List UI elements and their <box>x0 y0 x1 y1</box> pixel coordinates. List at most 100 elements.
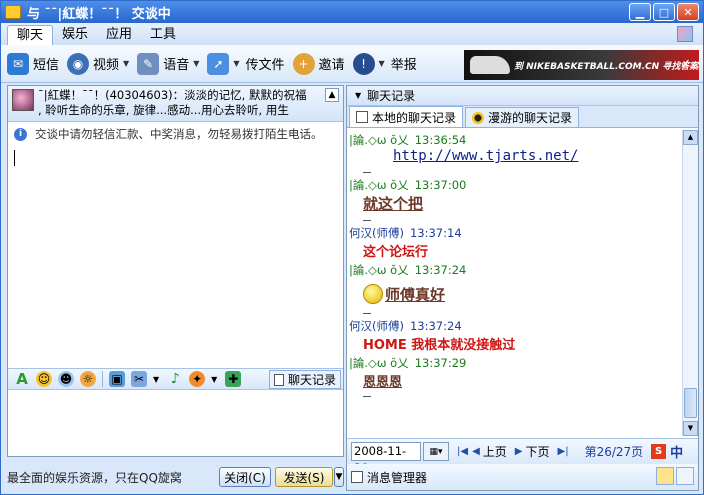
history-panel: ▼ 聊天记录 本地的聊天记录 漫游的聊天记录 |論.◇ω ŏ乂 13:36:54 … <box>346 85 699 491</box>
page-indicator: 第26/27页 <box>584 445 644 459</box>
file-dropdown-icon[interactable]: ▼ <box>233 59 239 68</box>
next-page-button[interactable]: 下页 <box>525 443 549 460</box>
last-page-icon[interactable]: ▶| <box>558 446 569 457</box>
input-method-indicator[interactable]: 中 <box>670 442 683 461</box>
voice-button[interactable]: ✎ 语音 ▼ <box>137 52 199 75</box>
contact-signature-line2: , 聆听生命的乐章, 旋律...感动...用心去聆听, 用生 <box>38 103 289 117</box>
security-notice-text: 交谈中请勿轻信汇款、中奖消息，勿轻易拨打陌生电话。 <box>35 127 323 141</box>
music-icon[interactable]: ♪ <box>167 371 183 387</box>
scene-icon[interactable]: ✦ <box>189 371 206 387</box>
emoticon-icon[interactable]: ☺ <box>36 371 52 387</box>
calendar-icon[interactable]: ▦▾ <box>423 442 449 461</box>
tab-tools[interactable]: 工具 <box>141 25 185 45</box>
invite-user-icon: + <box>292 52 315 75</box>
swoosh-logo-icon: ✓ <box>680 57 691 72</box>
message-manager-button[interactable]: 消息管理器 <box>367 469 427 486</box>
report-button[interactable]: ! ▼ 举报 <box>352 52 417 75</box>
split-view-icon[interactable] <box>676 467 694 485</box>
bottom-ad-link[interactable]: 最全面的娱乐资源，只在QQ旋窝 <box>7 469 215 486</box>
report-dropdown-icon[interactable]: ▼ <box>379 59 385 68</box>
send-button[interactable]: 发送(S) <box>275 467 333 487</box>
ad-banner-text: 到 NIKEBASKETBALL.COM.CN 寻找答案 <box>514 61 699 72</box>
gift-icon[interactable]: ✚ <box>225 371 242 387</box>
message-sender: 何汉(师傅) <box>349 318 404 333</box>
nike-ad-banner[interactable]: 到 NIKEBASKETBALL.COM.CN 寻找答案 ✓ <box>464 50 699 80</box>
screenshot-icon[interactable]: ✂ <box>131 371 147 387</box>
tab-chat[interactable]: 聊天 <box>7 25 54 45</box>
skin-icon[interactable] <box>677 26 693 42</box>
video-button[interactable]: ◉ 视频 ▼ <box>67 52 129 75</box>
next-page-icon[interactable]: ▶ <box>515 446 523 457</box>
prev-page-button[interactable]: 上页 <box>483 443 507 460</box>
tab-local-history[interactable]: 本地的聊天记录 <box>349 106 464 127</box>
scroll-thumb[interactable] <box>684 388 697 418</box>
sogou-icon[interactable]: S <box>651 444 667 459</box>
send-image-icon[interactable]: ▣ <box>109 371 125 387</box>
video-dropdown-icon[interactable]: ▼ <box>123 59 129 68</box>
font-icon[interactable]: A <box>14 370 30 388</box>
tab-entertainment[interactable]: 娱乐 <box>53 25 97 45</box>
tab-apps[interactable]: 应用 <box>97 25 141 45</box>
magic-emoticon-icon[interactable]: ☻ <box>58 371 74 387</box>
text-cursor <box>14 150 15 166</box>
message-text: 师傅真好 <box>385 286 446 304</box>
history-doc-icon <box>273 373 284 386</box>
close-window-button[interactable]: ✕ <box>677 3 699 21</box>
voice-label: 语音 <box>163 58 190 73</box>
window-controls: ▁ □ ✕ <box>629 3 699 21</box>
history-header-label: 聊天记录 <box>367 89 416 103</box>
date-field[interactable]: 2008-11-30 <box>351 442 421 475</box>
message-body: 这个论坛行 <box>349 241 682 260</box>
format-divider <box>102 371 103 387</box>
history-scrollbar[interactable]: ▲ ▼ <box>682 130 698 436</box>
avatar[interactable] <box>12 89 34 111</box>
message-input[interactable] <box>8 390 343 456</box>
menu-bar: 聊天 娱乐 应用 工具 <box>1 23 703 45</box>
view-toggle <box>656 467 694 485</box>
security-notice: i 交谈中请勿轻信汇款、中奖消息，勿轻易拨打陌生电话。 <box>8 122 343 146</box>
history-tabs: 本地的聊天记录 漫游的聊天记录 <box>347 106 698 128</box>
first-page-icon[interactable]: |◀ <box>457 446 468 457</box>
sms-button[interactable]: ✉ 短信 <box>7 52 59 75</box>
minimize-button[interactable]: ▁ <box>629 3 651 21</box>
window-title: 与 ˉˉ|紅蝶！ˉˉ！ 交谈中 <box>27 6 171 22</box>
collapse-history-icon[interactable]: ▼ <box>355 91 361 100</box>
message-header: 何汉(师傅) 13:37:14 <box>349 225 682 241</box>
invite-button[interactable]: + 邀请 <box>292 52 345 75</box>
info-icon: i <box>14 127 27 141</box>
scroll-up-icon[interactable]: ▲ <box>683 130 698 145</box>
message-time: 13:37:00 <box>414 178 467 192</box>
chat-history-button[interactable]: 聊天记录 <box>268 370 341 389</box>
message-divider <box>363 395 371 397</box>
message-time: 13:37:24 <box>414 263 467 277</box>
microphone-icon: ✎ <box>137 52 160 75</box>
message-text: 恩恩恩 <box>363 374 403 390</box>
tab-local-history-label: 本地的聊天记录 <box>372 110 457 125</box>
penguin-icon <box>472 111 485 124</box>
tab-roaming-history[interactable]: 漫游的聊天记录 <box>465 107 580 127</box>
send-options-icon[interactable]: ▼ <box>334 467 344 487</box>
message-body: 恩恩恩 <box>349 371 682 390</box>
message-body: 就这个把 <box>349 193 682 214</box>
scroll-down-icon[interactable]: ▼ <box>683 421 698 436</box>
send-file-label: 传文件 <box>245 58 285 73</box>
message-time: 13:36:54 <box>414 133 467 147</box>
prev-page-icon[interactable]: ◀ <box>472 446 480 457</box>
send-file-button[interactable]: ➚ ▼ 传文件 <box>207 52 285 75</box>
maximize-button[interactable]: □ <box>653 3 675 21</box>
message-sender: |論.◇ω ŏ乂 <box>349 133 409 147</box>
scene-dropdown-icon[interactable]: ▼ <box>211 375 217 384</box>
shake-icon[interactable]: ☼ <box>80 371 96 387</box>
message-link[interactable]: http://www.tjarts.net/ <box>363 148 578 164</box>
voice-dropdown-icon[interactable]: ▼ <box>193 59 199 68</box>
close-button[interactable]: 关闭(C) <box>219 467 271 487</box>
list-view-icon[interactable] <box>656 467 674 485</box>
screenshot-dropdown-icon[interactable]: ▼ <box>153 375 159 384</box>
chat-history-label: 聊天记录 <box>287 373 336 387</box>
message-time: 13:37:14 <box>409 226 462 240</box>
collapse-icon[interactable]: ▲ <box>325 88 339 102</box>
report-label: 举报 <box>390 58 417 73</box>
document-icon <box>356 111 368 123</box>
history-header[interactable]: ▼ 聊天记录 <box>347 86 698 106</box>
message-header: 何汉(师傅) 13:37:24 <box>349 318 682 334</box>
